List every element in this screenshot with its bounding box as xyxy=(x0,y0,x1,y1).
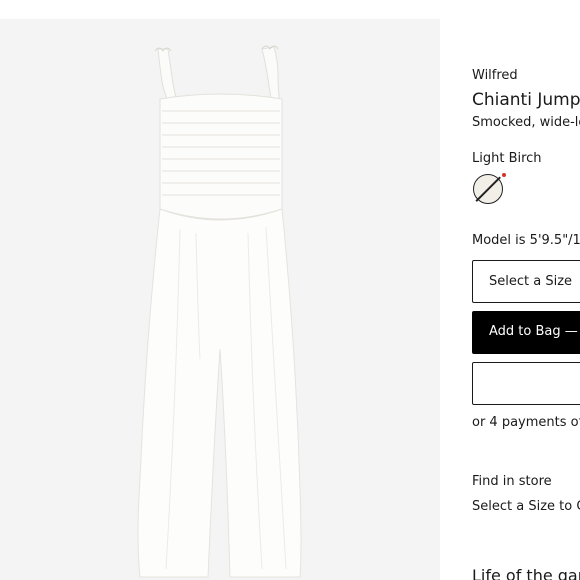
product-details-panel: Wilfred Chianti Jump Smocked, wide-le Li… xyxy=(472,0,580,580)
product-image[interactable] xyxy=(0,19,440,580)
product-title: Chianti Jump xyxy=(472,90,580,110)
color-swatch-light-birch[interactable] xyxy=(473,174,503,204)
color-label: Light Birch xyxy=(472,151,542,166)
brand-name[interactable]: Wilfred xyxy=(472,68,518,83)
life-of-garment-heading: Life of the gar xyxy=(472,566,580,580)
selected-indicator-dot xyxy=(502,173,506,177)
find-in-store-subtitle: Select a Size to C xyxy=(472,499,580,514)
jumpsuit-illustration xyxy=(137,45,302,578)
installment-payments-text[interactable]: or 4 payments of xyxy=(472,415,580,430)
add-to-bag-label: Add to Bag — $ xyxy=(489,324,580,339)
product-subtitle: Smocked, wide-le xyxy=(472,115,580,130)
secondary-action-button[interactable] xyxy=(472,362,580,405)
size-select-button[interactable]: Select a Size xyxy=(472,260,580,303)
model-info: Model is 5'9.5"/177 xyxy=(472,233,580,248)
find-in-store-title: Find in store xyxy=(472,474,552,489)
add-to-bag-button[interactable]: Add to Bag — $ xyxy=(472,311,580,354)
size-select-label: Select a Size xyxy=(489,274,573,289)
